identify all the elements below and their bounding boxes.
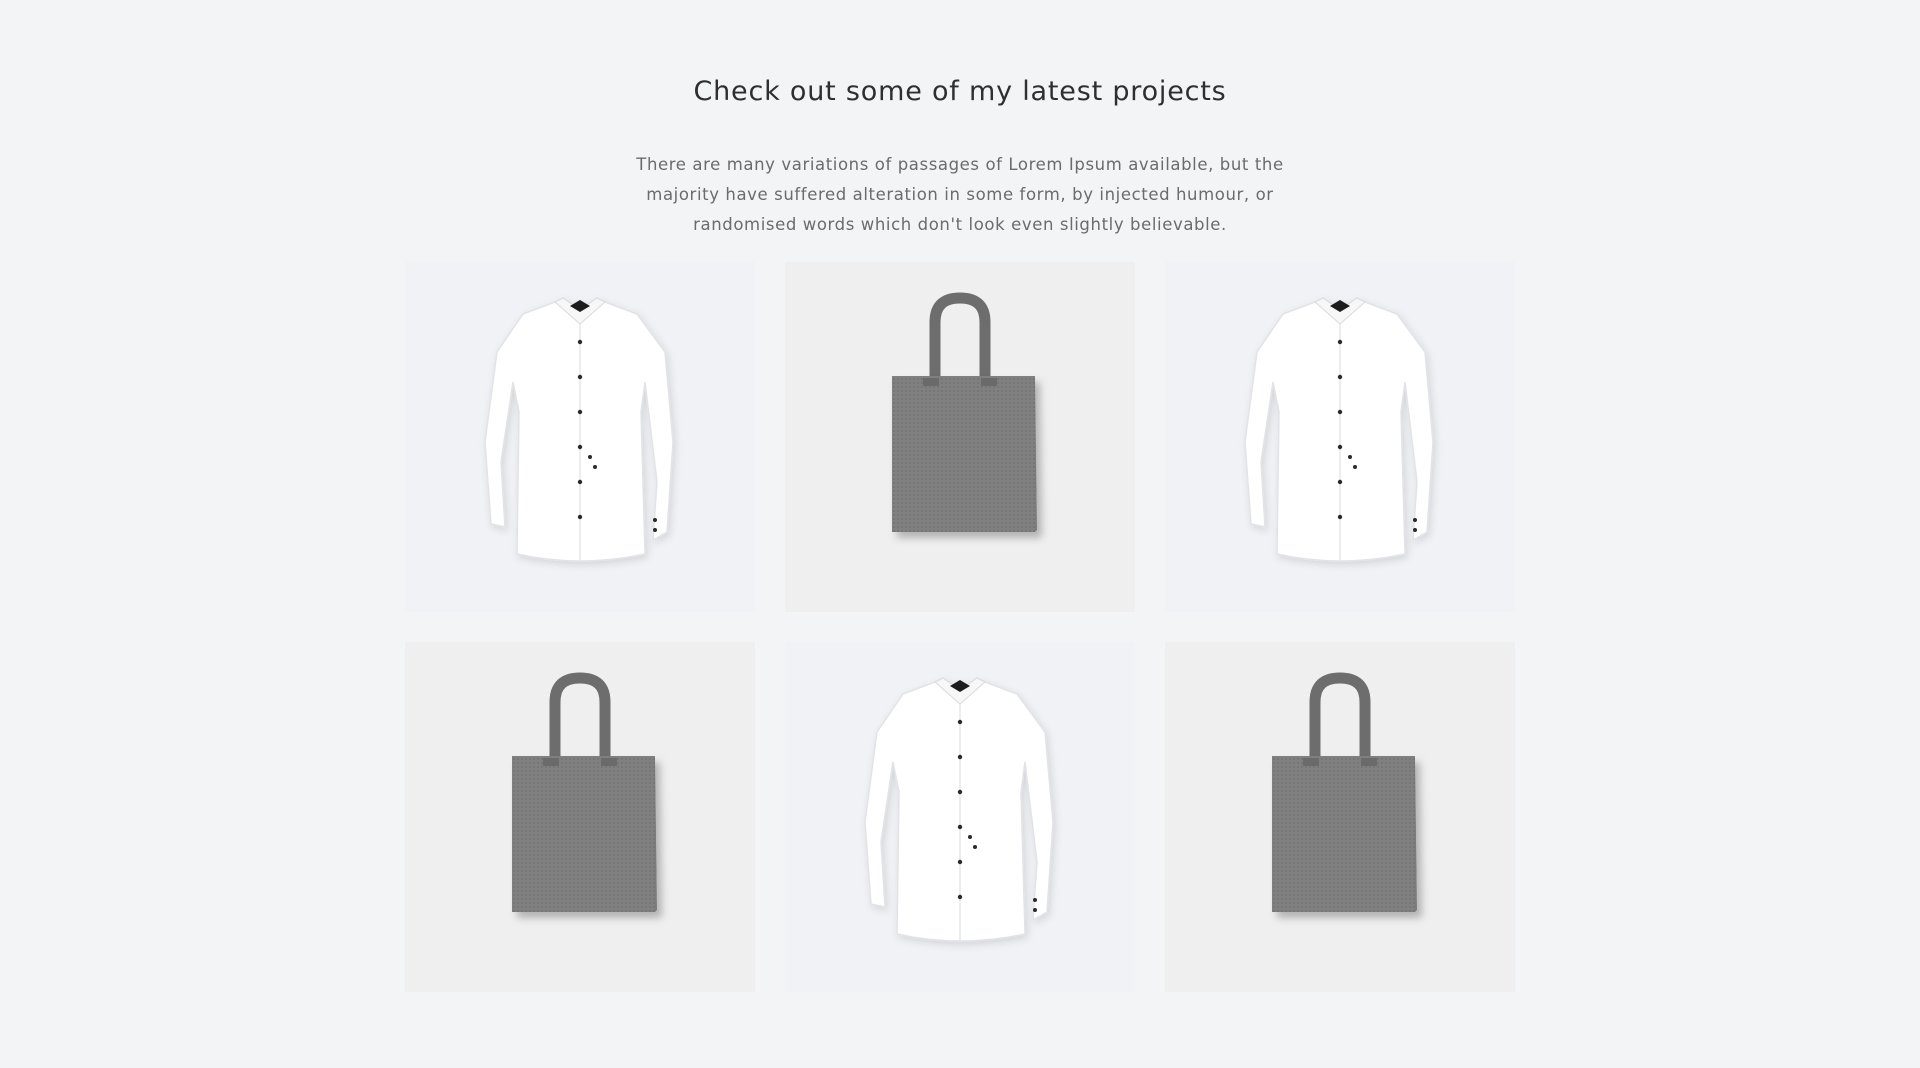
project-tile-1[interactable] xyxy=(405,262,755,612)
project-tile-6[interactable] xyxy=(1165,642,1515,992)
gray-tote-bag-image xyxy=(512,672,657,912)
white-shirt-image xyxy=(1244,297,1434,562)
project-tile-5[interactable] xyxy=(785,642,1135,992)
project-tile-3[interactable] xyxy=(1165,262,1515,612)
section-description: There are many variations of passages of… xyxy=(636,155,1284,234)
gray-tote-bag-image xyxy=(892,292,1037,532)
section-title: Check out some of my latest projects xyxy=(693,76,1227,107)
project-grid xyxy=(405,262,1515,992)
gray-tote-bag-image xyxy=(1272,672,1417,912)
project-tile-4[interactable] xyxy=(405,642,755,992)
projects-section: Check out some of my latest projects The… xyxy=(0,0,1920,1068)
project-tile-2[interactable] xyxy=(785,262,1135,612)
white-shirt-image xyxy=(484,297,674,562)
white-shirt-image xyxy=(864,677,1054,942)
